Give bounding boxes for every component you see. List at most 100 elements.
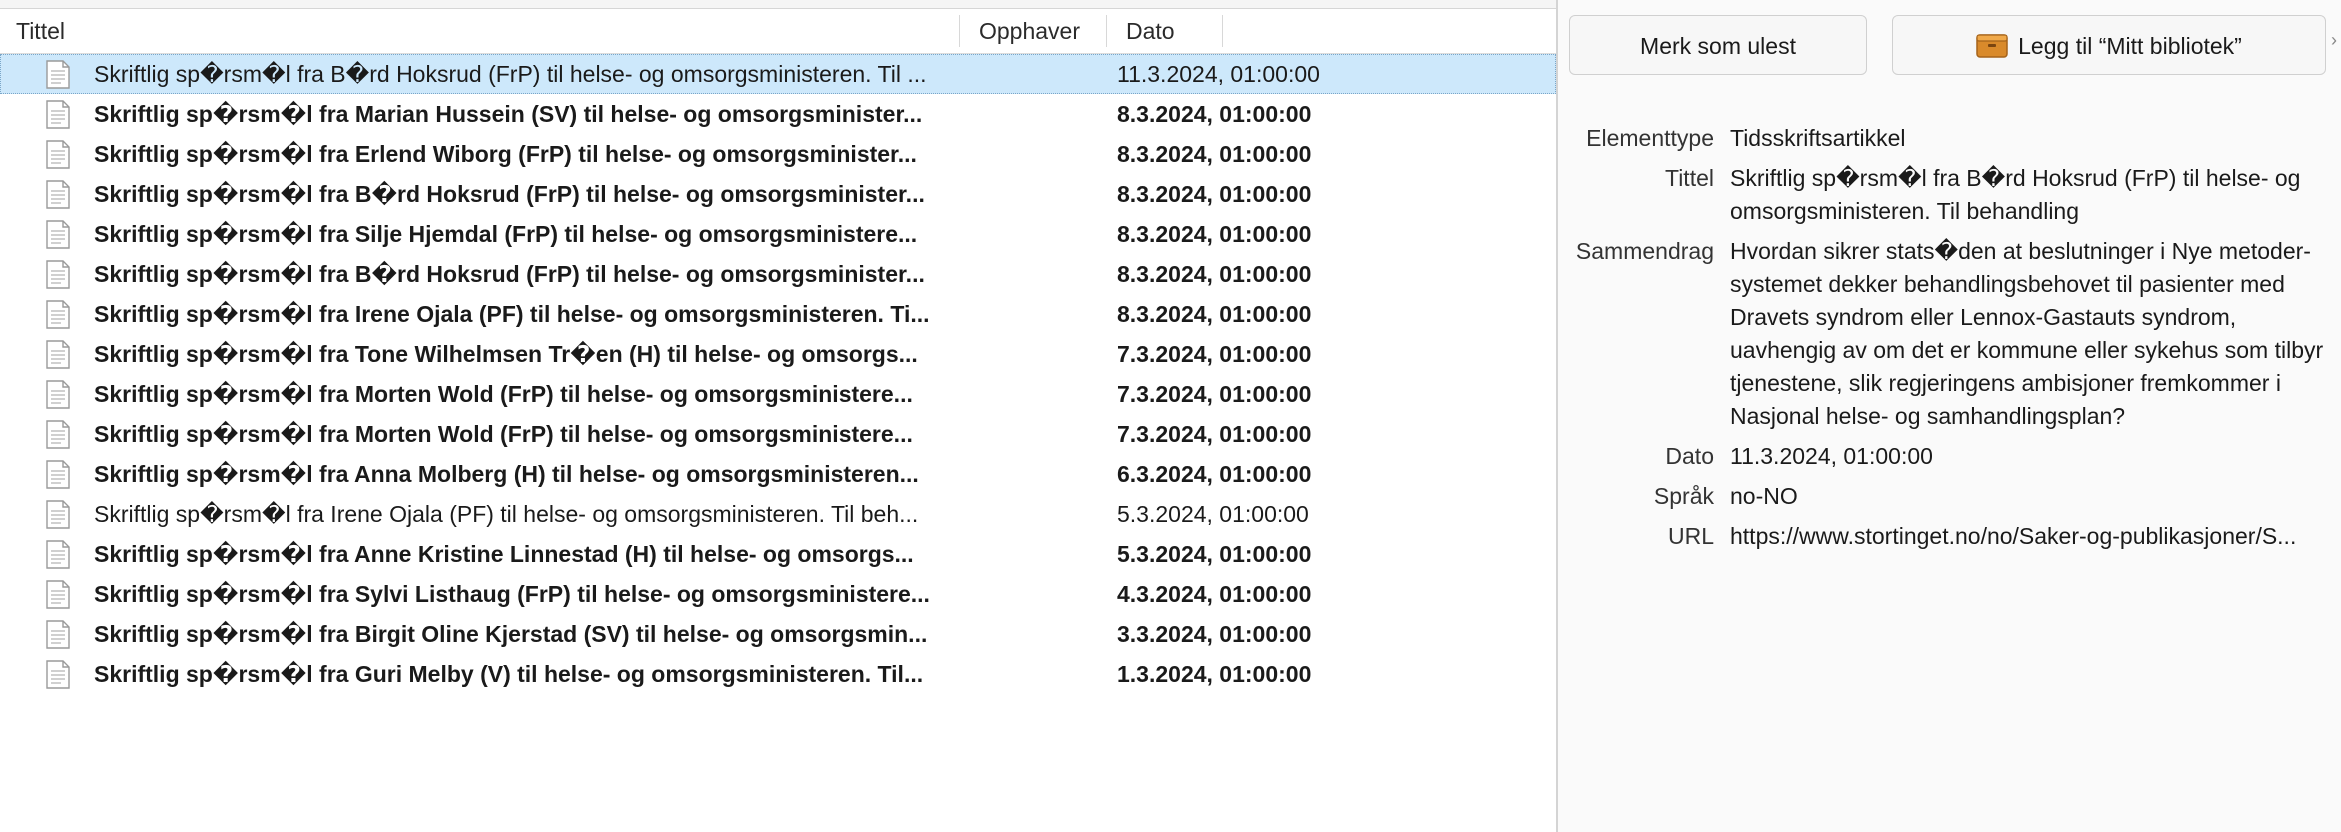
document-icon [46, 620, 70, 649]
info-field: Dato 11.3.2024, 01:00:00 [1558, 440, 2341, 473]
info-field-label: Elementtype [1586, 125, 1714, 151]
row-date: 7.3.2024, 01:00:00 [1117, 381, 1312, 407]
add-to-library-button[interactable]: Legg til “Mitt bibliotek” [1892, 15, 2326, 75]
row-title: Skriftlig sp�rsm�l fra Irene Ojala (PF) … [94, 301, 930, 327]
row-title: Skriftlig sp�rsm�l fra Erlend Wiborg (Fr… [94, 141, 917, 167]
row-title: Skriftlig sp�rsm�l fra B�rd Hoksrud (FrP… [94, 261, 925, 287]
document-icon [46, 180, 70, 209]
row-title: Skriftlig sp�rsm�l fra B�rd Hoksrud (FrP… [94, 61, 927, 87]
table-row[interactable]: Skriftlig sp�rsm�l fra B�rd Hoksrud (FrP… [0, 174, 1556, 214]
info-field: Sammendrag Hvordan sikrer stats�den at be… [1558, 235, 2341, 433]
row-title: Skriftlig sp�rsm�l fra Birgit Oline Kjer… [94, 621, 928, 647]
row-date: 11.3.2024, 01:00:00 [1117, 61, 1320, 87]
row-title: Skriftlig sp�rsm�l fra Morten Wold (FrP)… [94, 381, 913, 407]
table-row[interactable]: Skriftlig sp�rsm�l fra Guri Melby (V) ti… [0, 654, 1556, 694]
info-field-value[interactable]: https://www.stortinget.no/no/Saker-og-pu… [1730, 520, 2335, 553]
items-list: Skriftlig sp�rsm�l fra B�rd Hoksrud (FrP… [0, 54, 1556, 694]
document-icon [46, 580, 70, 609]
info-field-label: Dato [1665, 443, 1714, 469]
add-to-library-label: Legg til “Mitt bibliotek” [2018, 33, 2242, 59]
row-date: 8.3.2024, 01:00:00 [1117, 261, 1312, 287]
info-field-value[interactable]: Tidsskriftsartikkel [1730, 122, 2335, 155]
document-icon [46, 660, 70, 689]
document-icon [46, 220, 70, 249]
row-title: Skriftlig sp�rsm�l fra Irene Ojala (PF) … [94, 501, 919, 527]
item-pane: Merk som ulest Legg til “Mitt bibliotek”… [1558, 0, 2341, 832]
row-date: 8.3.2024, 01:00:00 [1117, 101, 1312, 127]
column-header: Tittel Opphaver Dato [0, 9, 1556, 54]
document-icon [46, 260, 70, 289]
row-date: 6.3.2024, 01:00:00 [1117, 461, 1312, 487]
row-date: 1.3.2024, 01:00:00 [1117, 661, 1312, 687]
table-row[interactable]: Skriftlig sp�rsm�l fra Erlend Wiborg (Fr… [0, 134, 1556, 174]
row-title: Skriftlig sp�rsm�l fra Guri Melby (V) ti… [94, 661, 924, 687]
table-row[interactable]: Skriftlig sp�rsm�l fra Morten Wold (FrP)… [0, 374, 1556, 414]
row-date: 5.3.2024, 01:00:00 [1117, 541, 1312, 567]
info-field-value[interactable]: 11.3.2024, 01:00:00 [1730, 440, 2335, 473]
document-icon [46, 540, 70, 569]
info-field-label: Språk [1653, 483, 1714, 509]
table-row[interactable]: Skriftlig sp�rsm�l fra Silje Hjemdal (Fr… [0, 214, 1556, 254]
info-field-value[interactable]: Skriftlig sp�rsm�l fra B�rd Hoksrud (FrP… [1730, 162, 2335, 228]
table-row[interactable]: Skriftlig sp�rsm�l fra Irene Ojala (PF) … [0, 494, 1556, 534]
table-row[interactable]: Skriftlig sp�rsm�l fra B�rd Hoksrud (FrP… [0, 254, 1556, 294]
row-title: Skriftlig sp�rsm�l fra Anne Kristine Lin… [94, 541, 914, 567]
table-row[interactable]: Skriftlig sp�rsm�l fra Anne Kristine Lin… [0, 534, 1556, 574]
row-date: 8.3.2024, 01:00:00 [1117, 181, 1312, 207]
table-row[interactable]: Skriftlig sp�rsm�l fra B�rd Hoksrud (FrP… [0, 54, 1556, 94]
library-box-icon [1976, 34, 2008, 58]
row-title: Skriftlig sp�rsm�l fra Marian Hussein (S… [94, 101, 923, 127]
info-field: Tittel Skriftlig sp�rsm�l fra B�rd Hoksru… [1558, 162, 2341, 228]
document-icon [46, 60, 70, 89]
row-date: 8.3.2024, 01:00:00 [1117, 221, 1312, 247]
top-border [0, 0, 1556, 9]
row-title: Skriftlig sp�rsm�l fra B�rd Hoksrud (FrP… [94, 181, 925, 207]
column-header-title[interactable]: Tittel [16, 9, 65, 53]
document-icon [46, 420, 70, 449]
info-field-label: Tittel [1665, 165, 1714, 191]
row-title: Skriftlig sp�rsm�l fra Tone Wilhelmsen T… [94, 341, 918, 367]
row-title: Skriftlig sp�rsm�l fra Anna Molberg (H) … [94, 461, 919, 487]
column-separator[interactable] [1222, 15, 1223, 47]
row-date: 7.3.2024, 01:00:00 [1117, 341, 1312, 367]
row-date: 4.3.2024, 01:00:00 [1117, 581, 1312, 607]
table-row[interactable]: Skriftlig sp�rsm�l fra Birgit Oline Kjer… [0, 614, 1556, 654]
row-date: 8.3.2024, 01:00:00 [1117, 301, 1312, 327]
document-icon [46, 460, 70, 489]
table-row[interactable]: Skriftlig sp�rsm�l fra Anna Molberg (H) … [0, 454, 1556, 494]
document-icon [46, 140, 70, 169]
row-date: 3.3.2024, 01:00:00 [1117, 621, 1312, 647]
info-field-label: Sammendrag [1575, 238, 1714, 264]
document-icon [46, 100, 70, 129]
column-separator[interactable] [959, 15, 960, 47]
table-row[interactable]: Skriftlig sp�rsm�l fra Morten Wold (FrP)… [0, 414, 1556, 454]
document-icon [46, 300, 70, 329]
mark-unread-label: Merk som ulest [1640, 33, 1796, 59]
items-pane: Tittel Opphaver Dato Skriftlig sp�rsm�l … [0, 9, 1556, 832]
item-info: Elementtype Tidsskriftsartikkel Tittel Skri… [1558, 122, 2341, 560]
row-title: Skriftlig sp�rsm�l fra Silje Hjemdal (Fr… [94, 221, 918, 247]
row-date: 7.3.2024, 01:00:00 [1117, 421, 1312, 447]
mark-unread-button[interactable]: Merk som ulest [1569, 15, 1867, 75]
info-field-value[interactable]: no-NO [1730, 480, 2335, 513]
item-toolbar: Merk som ulest Legg til “Mitt bibliotek”… [1558, 0, 2341, 80]
table-row[interactable]: Skriftlig sp�rsm�l fra Irene Ojala (PF) … [0, 294, 1556, 334]
table-row[interactable]: Skriftlig sp�rsm�l fra Sylvi Listhaug (F… [0, 574, 1556, 614]
table-row[interactable]: Skriftlig sp�rsm�l fra Tone Wilhelmsen T… [0, 334, 1556, 374]
column-header-creator[interactable]: Opphaver [979, 9, 1080, 53]
info-field: Elementtype Tidsskriftsartikkel [1558, 122, 2341, 155]
column-header-date[interactable]: Dato [1126, 9, 1175, 53]
info-field-value[interactable]: Hvordan sikrer stats�den at beslutninger… [1730, 235, 2335, 433]
column-separator[interactable] [1106, 15, 1107, 47]
document-icon [46, 380, 70, 409]
row-title: Skriftlig sp�rsm�l fra Sylvi Listhaug (F… [94, 581, 930, 607]
row-title: Skriftlig sp�rsm�l fra Morten Wold (FrP)… [94, 421, 913, 447]
info-field-label: URL [1667, 523, 1714, 549]
toolbar-overflow-icon[interactable]: › [2331, 30, 2341, 50]
document-icon [46, 340, 70, 369]
table-row[interactable]: Skriftlig sp�rsm�l fra Marian Hussein (S… [0, 94, 1556, 134]
row-date: 8.3.2024, 01:00:00 [1117, 141, 1312, 167]
row-date: 5.3.2024, 01:00:00 [1117, 501, 1309, 527]
info-field: URL https://www.stortinget.no/no/Saker-og… [1558, 520, 2341, 553]
document-icon [46, 500, 70, 529]
